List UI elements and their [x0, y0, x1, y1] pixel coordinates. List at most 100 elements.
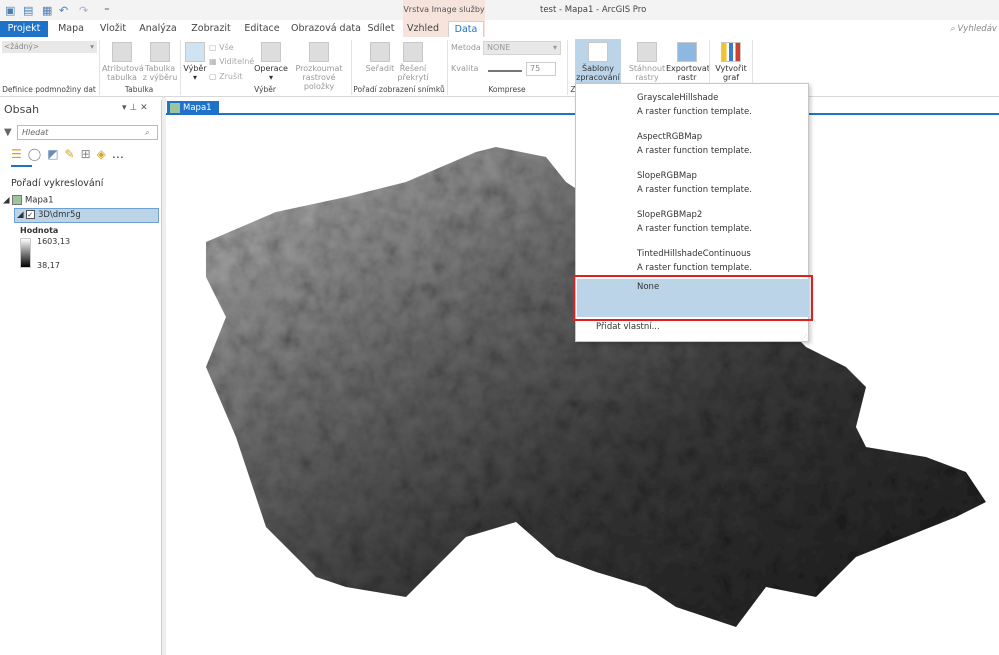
button-label: Viditelné	[219, 57, 255, 66]
tab-obrazova-data[interactable]: Obrazová data	[288, 21, 364, 37]
group-label-selection: Výběr	[254, 85, 276, 94]
pane-controls[interactable]: ▾ ⊥ ✕	[122, 103, 148, 113]
quality-slider[interactable]	[488, 70, 522, 72]
tab-editace[interactable]: Editace	[240, 21, 284, 37]
sort-icon	[370, 42, 390, 62]
template-name[interactable]: TintedHillshadeContinuous	[637, 249, 751, 259]
tab-mapa[interactable]: Mapa	[52, 21, 90, 37]
chevron-down-icon: ▾	[90, 42, 94, 51]
labeling-icon[interactable]: ◈	[97, 147, 112, 161]
operations-button[interactable]: Operace ▾	[254, 42, 288, 82]
button-label: Řešení překrytí	[397, 64, 429, 82]
map-icon	[170, 103, 180, 113]
explore-raster-items-button[interactable]: Prozkoumat rastrové položky	[288, 42, 350, 91]
layer-label: 3D\dmr5g	[37, 210, 81, 220]
export-raster-button[interactable]: Exportovat rastr	[666, 42, 710, 82]
add-custom-item[interactable]: Přidat vlastní...	[596, 322, 660, 332]
table-icon	[112, 42, 132, 62]
template-name[interactable]: AspectRGBMap	[637, 132, 702, 142]
method-label: Metoda	[451, 43, 481, 52]
template-name[interactable]: SlopeRGBMap2	[637, 210, 702, 220]
resize-grip-icon[interactable]: ⋰	[801, 334, 807, 341]
operations-icon	[261, 42, 281, 62]
new-project-icon[interactable]: ▣	[5, 4, 15, 17]
window-title: test - Mapa1 - ArcGIS Pro	[540, 5, 647, 15]
template-desc: A raster function template.	[637, 107, 752, 117]
method-value: NONE	[487, 43, 511, 52]
contents-search-input[interactable]: Hledat ⌕	[17, 125, 158, 140]
method-select[interactable]: NONE ▾	[483, 41, 561, 55]
table-from-selection-button[interactable]: Tabulka z výběru	[142, 42, 178, 82]
snapping-icon[interactable]: ⊞	[81, 147, 97, 161]
customize-icon[interactable]: ⁼	[104, 4, 110, 17]
command-search[interactable]: ⌕ Vyhledáv	[950, 24, 997, 34]
search-placeholder: Hledat	[22, 128, 49, 137]
templates-dropdown: GrayscaleHillshade A raster function tem…	[573, 83, 813, 342]
tab-vzhled[interactable]: Vzhled	[404, 21, 442, 37]
definition-select[interactable]: <žádný> ▾	[2, 41, 97, 53]
search-placeholder: Vyhledáv	[957, 24, 997, 34]
sort-button[interactable]: Seřadit	[362, 42, 398, 73]
quality-label: Kvalita	[451, 64, 479, 73]
search-icon: ⌕	[144, 128, 149, 137]
save-icon[interactable]: ▦	[42, 4, 52, 17]
template-none[interactable]: None	[577, 279, 809, 317]
map-tree-item[interactable]: ◢ Mapa1	[3, 195, 54, 206]
tab-sdilet[interactable]: Sdílet	[366, 21, 396, 37]
button-label: Šablony zpracování	[576, 64, 620, 82]
tab-analyza[interactable]: Analýza	[136, 21, 180, 37]
open-icon[interactable]: ▤	[23, 4, 33, 17]
overlap-button[interactable]: Řešení překrytí	[396, 42, 430, 82]
context-tab-label: Vrstva Image služby	[403, 5, 485, 14]
template-name[interactable]: SlopeRGBMap	[637, 171, 697, 181]
editing-icon[interactable]: ✎	[65, 147, 81, 161]
tab-projekt[interactable]: Projekt	[0, 21, 48, 37]
selection-icon[interactable]: ◩	[47, 147, 64, 161]
more-icon[interactable]: …	[112, 147, 130, 161]
select-all-button[interactable]: ▢ Vše	[209, 43, 234, 52]
processing-templates-button[interactable]: Šablony zpracování	[575, 39, 621, 83]
layer-tree-item[interactable]: ◢ ✓ 3D\dmr5g	[14, 208, 159, 223]
bar-chart-icon	[721, 42, 741, 62]
highlight-box: None	[573, 275, 813, 321]
map-tab[interactable]: Mapa1 ✕	[167, 101, 219, 127]
tab-data[interactable]: Data	[448, 21, 484, 37]
button-label: Vytvořit graf	[715, 64, 747, 82]
template-desc: A raster function template.	[637, 263, 752, 273]
tab-zobrazit[interactable]: Zobrazit	[186, 21, 236, 37]
download-rasters-button[interactable]: Stáhnout rastry	[628, 42, 666, 82]
filter-icon[interactable]: ▼	[4, 127, 12, 138]
select-visible-button[interactable]: ▦ Viditelné	[209, 57, 254, 66]
legend-title: Hodnota	[20, 226, 59, 235]
drawing-order-icon[interactable]: ☰	[11, 147, 28, 161]
tab-vlozit[interactable]: Vložit	[94, 21, 132, 37]
button-label: Výběr	[183, 64, 207, 73]
redo-icon[interactable]: ↷	[79, 4, 88, 17]
map-icon	[12, 195, 23, 205]
button-label: Operace	[254, 64, 288, 73]
view-icons[interactable]: ☰◯◩✎⊞◈…	[11, 147, 130, 161]
layer-checkbox[interactable]: ✓	[26, 210, 36, 219]
undo-icon[interactable]: ↶	[59, 4, 68, 17]
source-icon[interactable]: ◯	[28, 147, 47, 161]
quality-stepper[interactable]: 75	[526, 62, 556, 76]
raster-fx-icon	[309, 42, 329, 62]
map-label: Mapa1	[24, 195, 54, 206]
map-tab-label: Mapa1	[183, 103, 212, 113]
create-chart-button[interactable]: Vytvořit graf	[713, 42, 749, 82]
select-cursor-icon	[185, 42, 205, 62]
button-label: Tabulka z výběru	[142, 64, 178, 82]
overlap-icon	[403, 42, 423, 62]
button-label: Vše	[219, 43, 234, 52]
legend-ramp	[20, 238, 31, 268]
legend-min: 38,17	[37, 261, 60, 270]
template-desc: A raster function template.	[637, 185, 752, 195]
group-label-compression: Komprese	[488, 85, 526, 94]
group-label-order: Pořadí zobrazení snímků	[353, 85, 445, 94]
select-button[interactable]: Výběr ▾	[183, 42, 207, 82]
template-name[interactable]: GrayscaleHillshade	[637, 93, 718, 103]
table-icon	[150, 42, 170, 62]
template-desc: A raster function template.	[637, 146, 752, 156]
attribute-table-button[interactable]: Atributová tabulka	[102, 42, 144, 82]
clear-selection-button[interactable]: ▢ Zrušit	[209, 72, 242, 81]
